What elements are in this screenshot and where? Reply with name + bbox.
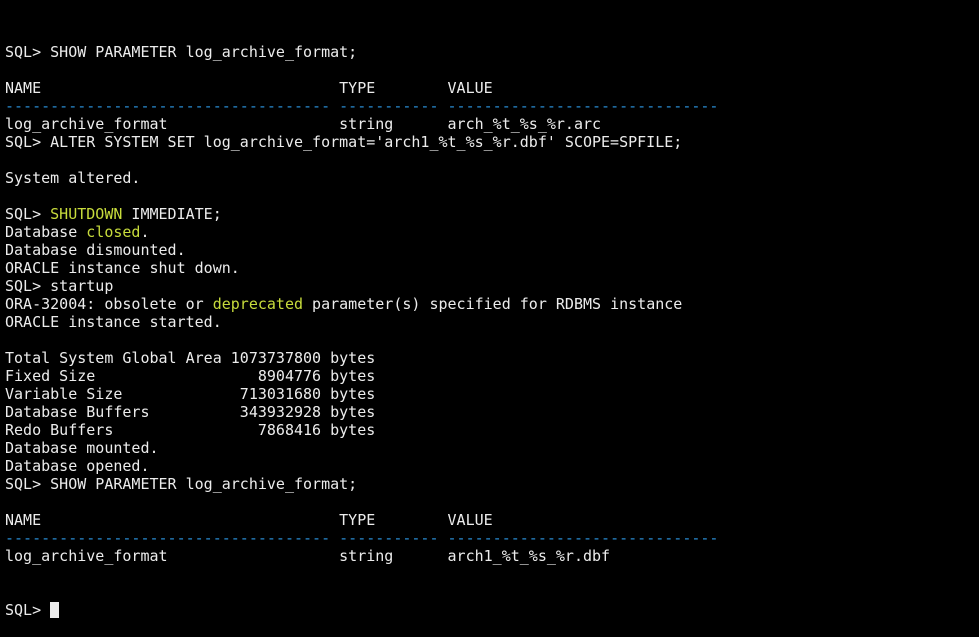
highlighted-keyword: closed [86,223,141,241]
line-text: Database mounted. [5,439,159,457]
line-text: ORACLE instance started. [5,313,222,331]
line-text: SQL> [5,205,51,223]
text-cursor [50,602,60,618]
column-separator: ----------- [339,529,439,547]
terminal-window[interactable]: SQL> SHOW PARAMETER log_archive_format; N… [0,0,979,619]
column-separator: ----------- [339,97,439,115]
line-text [438,97,447,115]
terminal-line: Database dismounted. [5,241,979,259]
column-separator: ------------------------------ [447,529,719,547]
line-text: parameter(s) specified for RDBMS instanc… [303,295,683,313]
line-text: log_archive_format string arch_%t_%s_%r.… [5,115,602,133]
line-text: NAME TYPE VALUE [5,511,493,529]
terminal-line: Database Buffers 343932928 bytes [5,403,979,421]
terminal-line: NAME TYPE VALUE [5,511,979,529]
line-text: . [140,223,150,241]
line-text: Redo Buffers 7868416 bytes [5,421,376,439]
terminal-line: SQL> SHUTDOWN IMMEDIATE; [5,205,979,223]
line-text: NAME TYPE VALUE [5,79,493,97]
terminal-output: SQL> SHOW PARAMETER log_archive_format; N… [5,43,979,565]
prompt-text: SQL> [5,601,51,619]
terminal-line: Database opened. [5,457,979,475]
line-text [330,97,339,115]
line-text: SQL> SHOW PARAMETER log_archive_format; [5,475,358,493]
line-text: ORACLE instance shut down. [5,259,240,277]
line-text: Total System Global Area 1073737800 byte… [5,349,376,367]
terminal-line: Database mounted. [5,439,979,457]
terminal-line: log_archive_format string arch_%t_%s_%r.… [5,115,979,133]
terminal-line: SQL> startup [5,277,979,295]
line-text: ORA-32004: obsolete or [5,295,213,313]
terminal-line: ORACLE instance started. [5,313,979,331]
terminal-line: ------------------------------------ ---… [5,97,979,115]
line-text: IMMEDIATE; [122,205,222,223]
line-text: System altered. [5,169,141,187]
column-separator: ------------------------------------ [5,97,331,115]
terminal-line: Total System Global Area 1073737800 byte… [5,349,979,367]
line-text: Database dismounted. [5,241,186,259]
line-text: log_archive_format string arch1_%t_%s_%r… [5,547,611,565]
line-text: Database opened. [5,457,150,475]
terminal-line: Variable Size 713031680 bytes [5,385,979,403]
terminal-line: ------------------------------------ ---… [5,529,979,547]
terminal-line: Database closed. [5,223,979,241]
terminal-line: NAME TYPE VALUE [5,79,979,97]
line-text: SQL> SHOW PARAMETER log_archive_format; [5,43,358,61]
terminal-line: SQL> ALTER SYSTEM SET log_archive_format… [5,133,979,151]
line-text: SQL> ALTER SYSTEM SET log_archive_format… [5,133,683,151]
highlighted-keyword: SHUTDOWN [50,205,123,223]
line-text: SQL> startup [5,277,114,295]
line-text: Fixed Size 8904776 bytes [5,367,376,385]
column-separator: ------------------------------ [447,97,719,115]
terminal-line: ORA-32004: obsolete or deprecated parame… [5,295,979,313]
terminal-line: Fixed Size 8904776 bytes [5,367,979,385]
terminal-prompt-line[interactable]: SQL> [5,601,979,619]
line-text: Variable Size 713031680 bytes [5,385,376,403]
terminal-line: ORACLE instance shut down. [5,259,979,277]
line-text: Database Buffers 343932928 bytes [5,403,376,421]
column-separator: ------------------------------------ [5,529,331,547]
terminal-line: SQL> SHOW PARAMETER log_archive_format; [5,475,979,493]
highlighted-keyword: deprecated [212,295,304,313]
line-text: Database [5,223,87,241]
terminal-line: SQL> SHOW PARAMETER log_archive_format; [5,43,979,61]
line-text [330,529,339,547]
terminal-line: System altered. [5,169,979,187]
terminal-line: log_archive_format string arch1_%t_%s_%r… [5,547,979,565]
terminal-line: Redo Buffers 7868416 bytes [5,421,979,439]
line-text [438,529,447,547]
